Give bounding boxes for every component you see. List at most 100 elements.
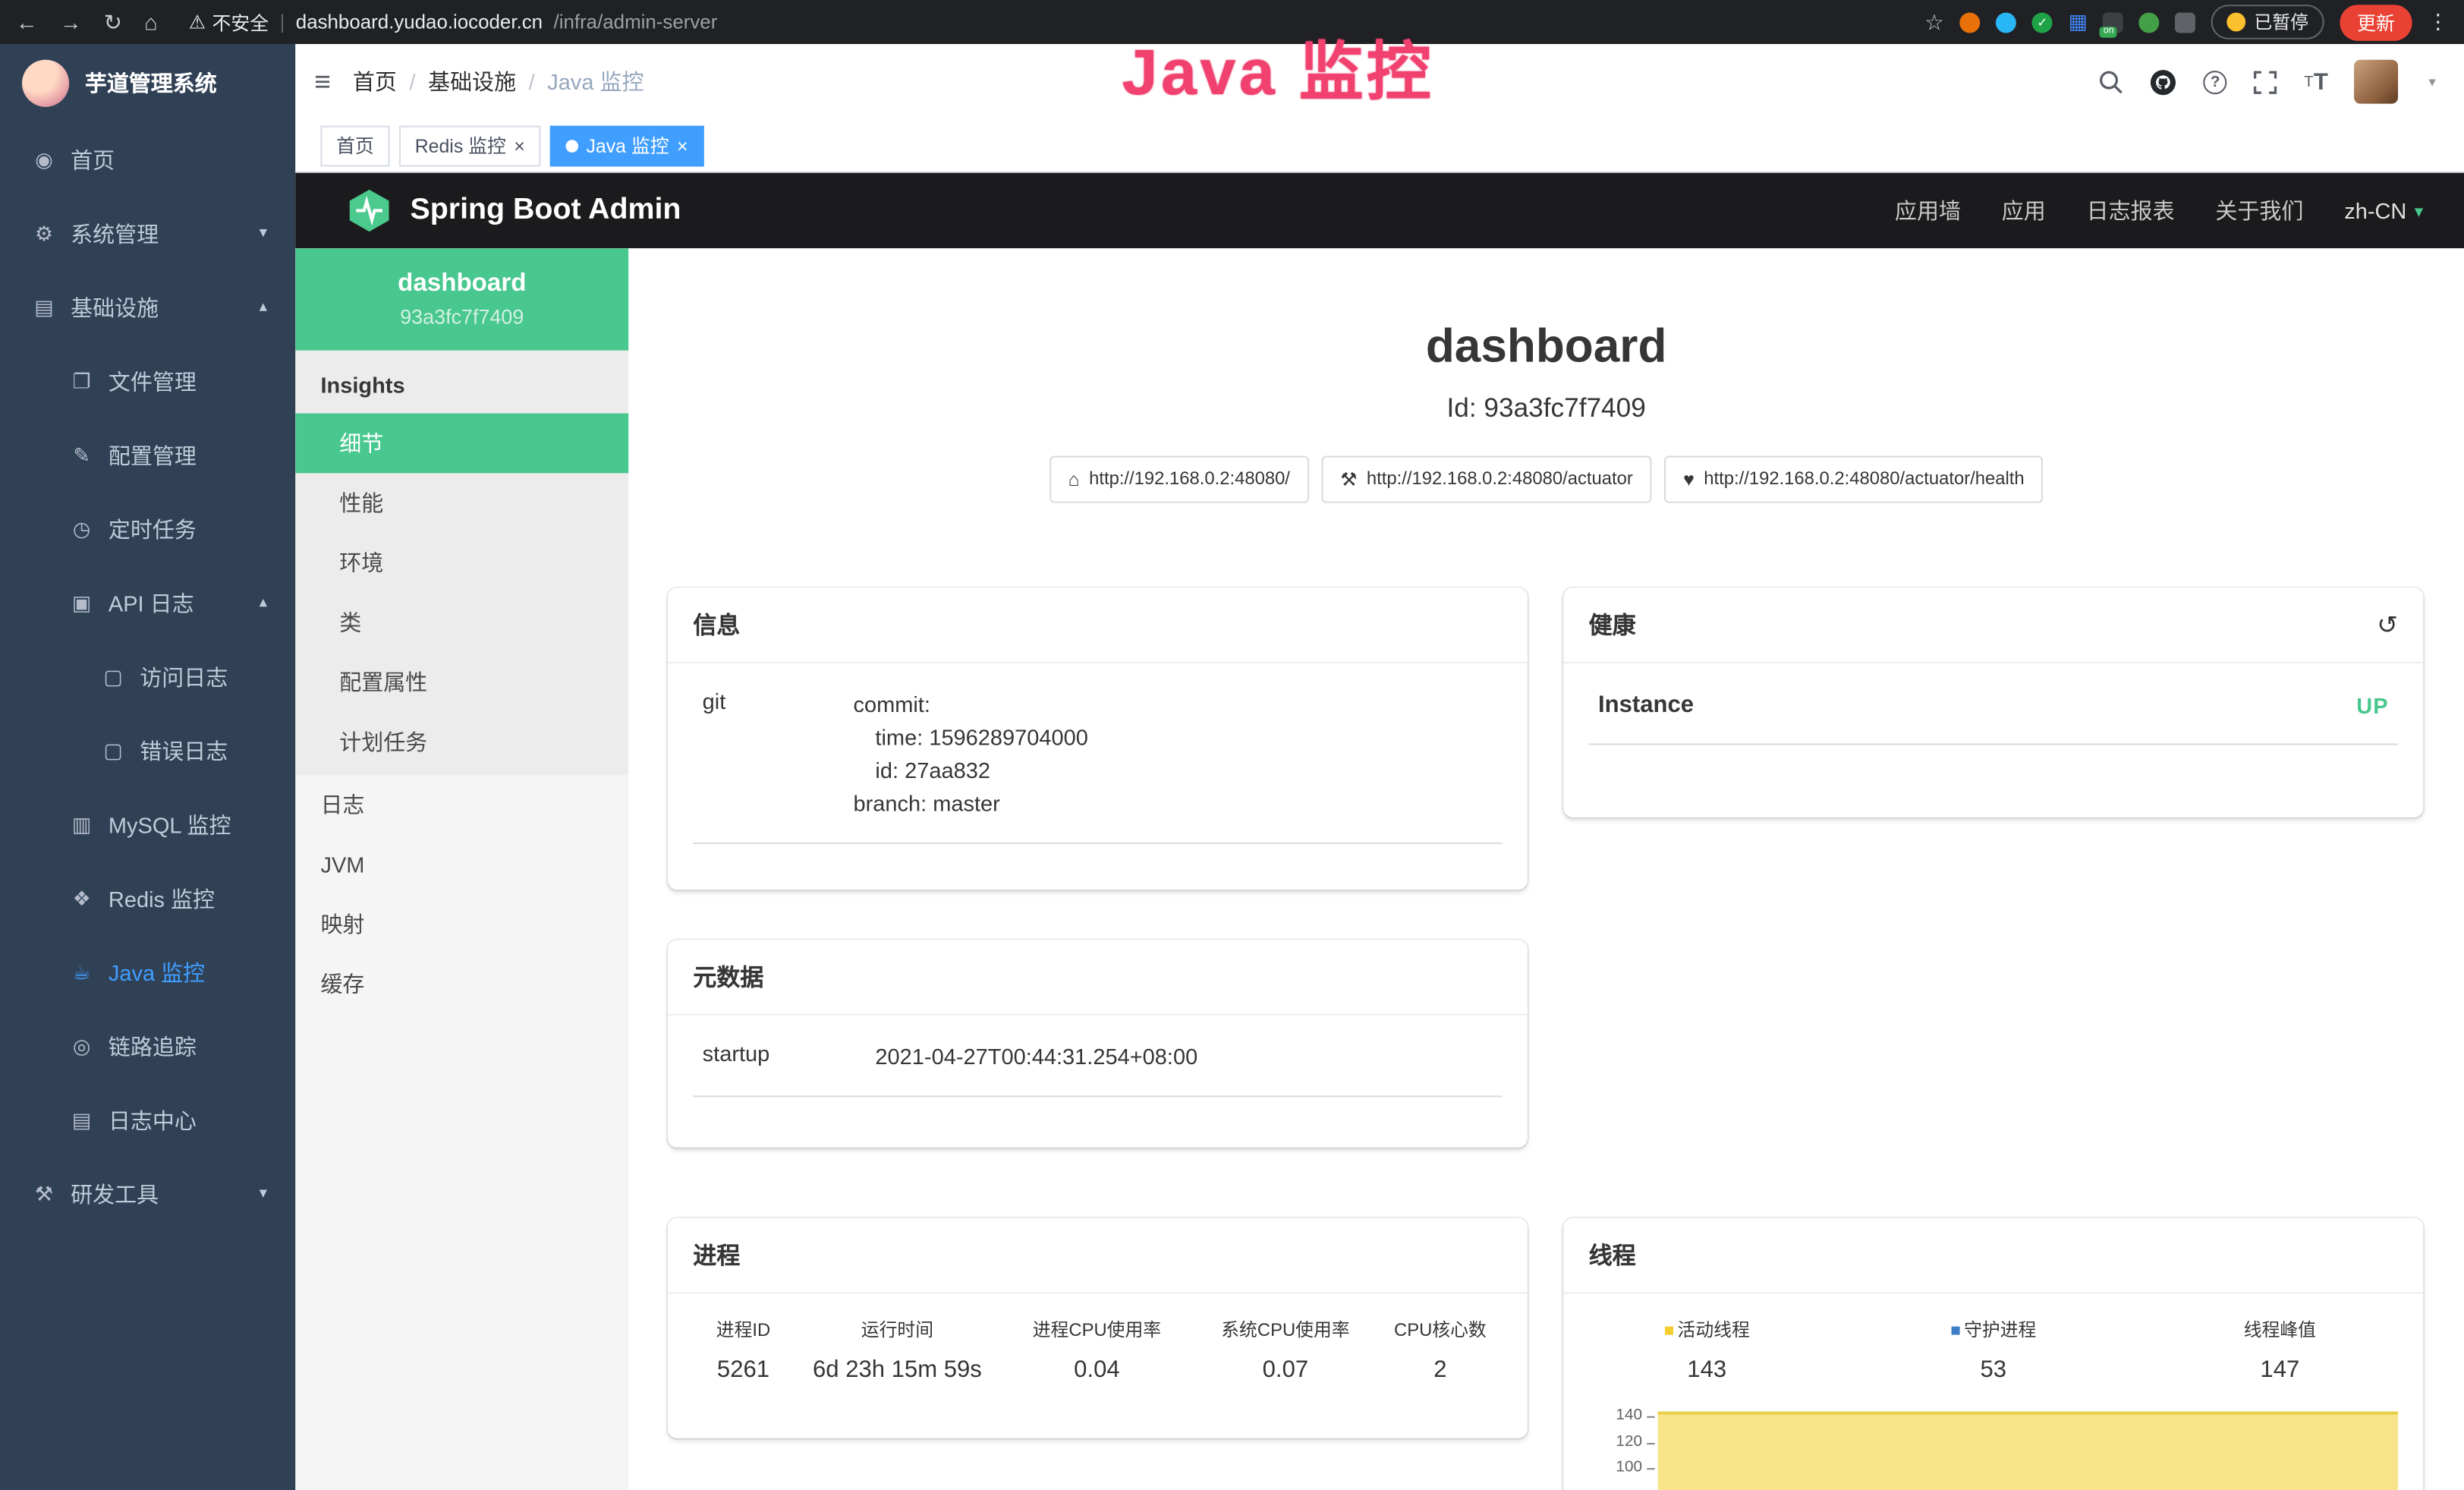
sidebar-item-scheduled-jobs[interactable]: ◷ 定时任务 (0, 492, 295, 565)
sidebar-item-api-log[interactable]: ▣ API 日志 ▴ (0, 565, 295, 639)
sba-item-config-props[interactable]: 配置属性 (295, 652, 628, 712)
status-badge: UP (2356, 692, 2388, 717)
avatar-caret-icon[interactable]: ▾ (2428, 73, 2435, 90)
extension-icon-6[interactable] (2176, 12, 2196, 33)
sba-item-metrics[interactable]: 性能 (295, 473, 628, 533)
sidebar-item-system[interactable]: ⚙ 系统管理 ▾ (0, 197, 295, 270)
navbar-actions: ? TT ▾ (2098, 60, 2436, 104)
git-commit-id: id: 27aa832 (853, 754, 1087, 787)
col-header: CPU核心数 (1378, 1317, 1503, 1342)
reload-icon[interactable]: ↻ (104, 8, 122, 35)
sidebar-item-tracing[interactable]: ◎ 链路追踪 (0, 1009, 295, 1082)
sba-nav-about[interactable]: 关于我们 (2215, 195, 2303, 226)
sba-brand: Spring Boot Admin (410, 194, 681, 228)
sba-item-scheduled-tasks[interactable]: 计划任务 (295, 712, 628, 772)
extension-icon-2[interactable] (1996, 12, 2016, 33)
profile-paused-pill[interactable]: 已暂停 (2212, 5, 2324, 39)
main-column: ≡ 首页 / 基础设施 / Java 监控 ? (295, 44, 2464, 1490)
hamburger-icon[interactable]: ≡ (314, 65, 331, 98)
address-bar[interactable]: ⚠ 不安全 | dashboard.yudao.iocoder.cn/infra… (189, 8, 717, 35)
tab-home[interactable]: 首页 (320, 125, 389, 166)
health-card-title: 健康 (1589, 608, 1636, 641)
insights-group: Insights 细节 性能 环境 类 配置属性 计划任务 (295, 351, 628, 775)
sba-nav-journal[interactable]: 日志报表 (2087, 195, 2175, 226)
admin-sidebar: 芋道管理系统 ◉ 首页 ⚙ 系统管理 ▾ ▤ 基础设施 ▴ ❐ 文件管理 ✎ (0, 44, 295, 1490)
sba-sidebar: dashboard 93a3fc7f7409 Insights 细节 性能 环境… (295, 248, 628, 1490)
sba-nav-wallboard[interactable]: 应用墙 (1895, 195, 1961, 226)
sba-item-logs[interactable]: 日志 (295, 775, 628, 835)
sba-item-classes[interactable]: 类 (295, 593, 628, 653)
col-value: 0.07 (1193, 1356, 1378, 1383)
extension-icon-3[interactable]: ✓ (2032, 12, 2053, 33)
col-value: 0.04 (1001, 1356, 1193, 1383)
tab-redis-monitor[interactable]: Redis 监控 × (399, 125, 540, 166)
info-value: commit: time: 1596289704000 id: 27aa832 … (853, 688, 1087, 821)
browser-home-icon[interactable]: ⌂ (144, 9, 158, 34)
extension-grid-icon[interactable]: ▦ (2069, 9, 2088, 34)
history-icon[interactable]: ↺ (2377, 609, 2398, 640)
sidebar-item-label: 链路追踪 (109, 1030, 197, 1061)
sidebar-item-java-monitor[interactable]: ☕ Java 监控 (0, 935, 295, 1009)
link-label: http://192.168.0.2:48080/ (1089, 470, 1290, 489)
sba-item-jvm[interactable]: JVM (295, 835, 628, 895)
back-icon[interactable]: ← (16, 9, 38, 34)
font-size-icon[interactable]: TT (2304, 68, 2328, 95)
chrome-update-button[interactable]: 更新 (2340, 4, 2412, 40)
actuator-url-link[interactable]: ⚒ http://192.168.0.2:48080/actuator (1321, 456, 1651, 503)
avatar[interactable] (2355, 60, 2399, 104)
java-icon: ☕ (69, 959, 94, 984)
health-instance-row[interactable]: Instance UP (1589, 663, 2398, 745)
sidebar-item-redis-monitor[interactable]: ❖ Redis 监控 (0, 862, 295, 935)
screen: ← → ↻ ⌂ ⚠ 不安全 | dashboard.yudao.iocoder.… (0, 0, 2464, 1490)
sidebar-item-files[interactable]: ❐ 文件管理 (0, 345, 295, 418)
tab-java-monitor[interactable]: Java 监控 × (550, 125, 703, 166)
forward-icon[interactable]: → (60, 9, 82, 34)
sidebar-item-access-log[interactable]: ▢ 访问日志 (0, 640, 295, 713)
sba-item-mappings[interactable]: 映射 (295, 894, 628, 954)
breadcrumb-home[interactable]: 首页 (353, 66, 397, 97)
close-icon[interactable]: × (677, 136, 688, 155)
sba-language-select[interactable]: zh-CN ▾ (2344, 198, 2423, 223)
bookmark-star-icon[interactable]: ☆ (1924, 8, 1944, 35)
search-icon[interactable] (2098, 69, 2123, 94)
github-icon[interactable] (2150, 68, 2176, 95)
service-url-link[interactable]: ⌂ http://192.168.0.2:48080/ (1049, 456, 1309, 503)
extension-icon-4[interactable]: on (2104, 12, 2124, 33)
wrench-icon: ⚒ (1340, 468, 1357, 490)
extension-icon-1[interactable] (1960, 12, 1981, 33)
spring-boot-admin: Spring Boot Admin 应用墙 应用 日志报表 关于我们 zh-CN… (295, 173, 2464, 1490)
paused-label: 已暂停 (2255, 9, 2308, 34)
browser-menu-icon[interactable]: ⋮ (2428, 9, 2448, 34)
health-url-link[interactable]: ♥ http://192.168.0.2:48080/actuator/heal… (1664, 456, 2043, 503)
sidebar-item-config[interactable]: ✎ 配置管理 (0, 418, 295, 492)
sidebar-item-error-log[interactable]: ▢ 错误日志 (0, 713, 295, 787)
sidebar-item-infra[interactable]: ▤ 基础设施 ▴ (0, 270, 295, 344)
doc-icon: ▢ (101, 738, 126, 763)
tab-label: Redis 监控 (415, 132, 506, 159)
app-logo[interactable]: 芋道管理系统 (0, 44, 295, 123)
sidebar-item-home[interactable]: ◉ 首页 (0, 123, 295, 197)
security-warning[interactable]: ⚠ 不安全 (189, 8, 269, 35)
metadata-card-title: 元数据 (668, 940, 1528, 1015)
sidebar-item-label: API 日志 (109, 587, 194, 618)
sba-item-caches[interactable]: 缓存 (295, 954, 628, 1014)
instance-links: ⌂ http://192.168.0.2:48080/ ⚒ http://192… (628, 456, 2464, 503)
col-header: 运行时间 (794, 1317, 1001, 1342)
sba-item-environment[interactable]: 环境 (295, 533, 628, 593)
info-git-row: git commit: time: 1596289704000 id: 27aa… (693, 663, 1502, 844)
sba-item-details[interactable]: 细节 (295, 414, 628, 474)
trace-icon: ◎ (69, 1034, 94, 1059)
sidebar-item-mysql-monitor[interactable]: ▥ MySQL 监控 (0, 787, 295, 861)
sidebar-item-log-center[interactable]: ▤ 日志中心 (0, 1083, 295, 1157)
doc-icon: ▢ (101, 664, 126, 689)
close-icon[interactable]: × (514, 136, 525, 155)
sba-instance-header[interactable]: dashboard 93a3fc7f7409 (295, 248, 628, 351)
sba-nav-applications[interactable]: 应用 (2002, 195, 2046, 226)
extension-icon-5[interactable] (2139, 12, 2160, 33)
fullscreen-icon[interactable] (2254, 70, 2277, 93)
help-icon[interactable]: ? (2204, 70, 2227, 93)
sidebar-item-dev-tools[interactable]: ⚒ 研发工具 ▾ (0, 1157, 295, 1230)
breadcrumb-infra[interactable]: 基础设施 (428, 66, 516, 97)
process-col-system-cpu: 系统CPU使用率 0.07 (1193, 1317, 1378, 1383)
smiley-icon (2227, 13, 2246, 32)
